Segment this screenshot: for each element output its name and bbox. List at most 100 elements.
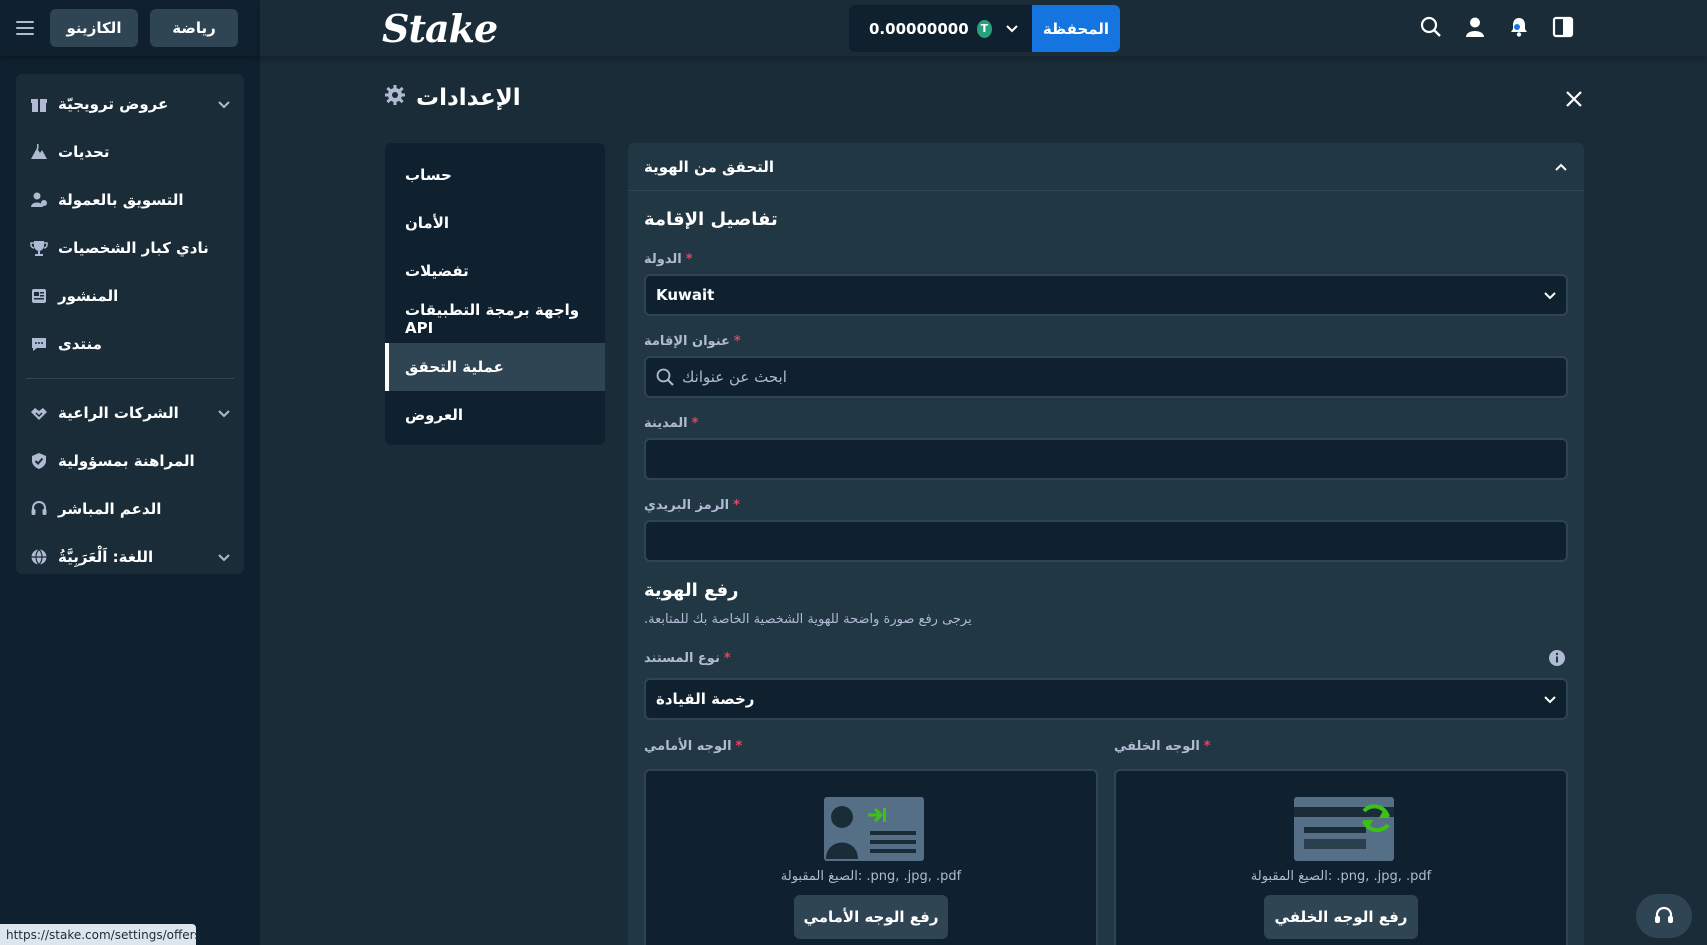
- back-side-label: الوجه الخلفي *: [1114, 739, 1211, 754]
- chevron-down-icon: [1006, 24, 1018, 33]
- newspaper-icon: [30, 287, 48, 305]
- sidebar-item-live-support[interactable]: الدعم المباشر: [16, 485, 244, 533]
- city-label: المدينة *: [644, 416, 699, 431]
- stake-logo[interactable]: Stake: [382, 6, 498, 51]
- globe-icon: [30, 548, 48, 566]
- document-type-select[interactable]: رخصة القيادة: [644, 678, 1568, 720]
- postal-code-input[interactable]: [644, 520, 1568, 562]
- settings-nav: حساب الأمان تفضيلات واجهة برمجة التطبيقا…: [385, 143, 605, 445]
- sidebar-item-responsible-gambling[interactable]: المراهنة بمسؤولية: [16, 437, 244, 485]
- upload-back-button[interactable]: رفع الوجه الخلفي: [1264, 895, 1418, 939]
- sidebar-item-sponsorships[interactable]: الشركات الراعية: [16, 389, 244, 437]
- sidebar-item-label: المراهنة بمسؤولية: [58, 452, 195, 470]
- verification-panel: التحقق من الهوية تفاصيل الإقامة الدولة * …: [628, 143, 1584, 945]
- settings-tab-offers[interactable]: العروض: [385, 391, 605, 439]
- gift-icon: [30, 95, 48, 113]
- verification-panel-header[interactable]: التحقق من الهوية: [628, 143, 1584, 191]
- wallet-button[interactable]: المحفظة: [1032, 5, 1120, 52]
- settings-tab-verification[interactable]: عملية التحقق: [385, 343, 605, 391]
- tether-coin-icon: T: [976, 19, 992, 38]
- sidebar-item-language[interactable]: اللغة: اَلْعَرَبِيَّةُ: [16, 533, 244, 581]
- sidebar-item-label: منتدى: [58, 335, 102, 353]
- sidebar-divider: [26, 378, 234, 379]
- chevron-up-icon[interactable]: [1554, 160, 1568, 174]
- id-card-front-icon: [824, 797, 924, 861]
- sidebar-item-vip-club[interactable]: نادي كبار الشخصيات: [16, 224, 244, 272]
- id-upload-section-title: رفع الهوية: [644, 580, 739, 601]
- sidebar: الكازينو رياضة عروض ترويجيّة تحديات التس…: [0, 0, 260, 945]
- sidebar-item-promotions[interactable]: عروض ترويجيّة: [16, 80, 244, 128]
- sidebar-menu: عروض ترويجيّة تحديات التسويق بالعمولة نا…: [16, 74, 244, 574]
- mountain-icon: [30, 143, 48, 161]
- sidebar-item-label: اللغة: اَلْعَرَبِيَّةُ: [58, 548, 154, 566]
- sidebar-item-forum[interactable]: منتدى: [16, 320, 244, 368]
- search-icon[interactable]: [1420, 16, 1442, 38]
- status-bar-url: https://stake.com/settings/offers: [0, 924, 201, 945]
- id-card-back-icon: [1294, 797, 1394, 861]
- sidebar-item-label: التسويق بالعمولة: [58, 191, 184, 209]
- headset-icon: [1653, 905, 1675, 927]
- chat-icon: [30, 335, 48, 353]
- front-side-label: الوجه الأمامي *: [644, 739, 743, 754]
- upload-front-button[interactable]: رفع الوجه الأمامي: [794, 895, 948, 939]
- id-upload-description: .يرجى رفع صورة واضحة للهوية الشخصية الخا…: [644, 612, 972, 627]
- front-upload-dropzone[interactable]: الصيغ المقبولة: .png, .jpg, .pdf رفع الو…: [644, 769, 1098, 945]
- country-value: Kuwait: [656, 286, 715, 304]
- sidebar-item-label: المنشور: [58, 287, 119, 305]
- handshake-icon: [30, 404, 48, 422]
- settings-tab-api[interactable]: واجهة برمجة التطبيقات API: [385, 295, 605, 343]
- sidebar-top: الكازينو رياضة: [0, 0, 260, 56]
- accepted-formats-text: الصيغ المقبولة: .png, .jpg, .pdf: [1250, 869, 1432, 884]
- country-select[interactable]: Kuwait: [644, 274, 1568, 316]
- chevron-down-icon[interactable]: [218, 95, 230, 113]
- search-icon: [656, 368, 674, 386]
- settings-tab-account[interactable]: حساب: [385, 151, 605, 199]
- sidebar-item-label: الدعم المباشر: [58, 500, 162, 518]
- chevron-down-icon: [1544, 286, 1556, 304]
- live-support-button[interactable]: [1636, 894, 1692, 938]
- gear-icon: [384, 84, 406, 112]
- document-type-value: رخصة القيادة: [656, 690, 755, 708]
- top-header: Stake 0.00000000 T المحفظة: [260, 0, 1707, 56]
- address-search-input[interactable]: ابحث عن عنوانك: [644, 356, 1568, 398]
- country-label: الدولة *: [644, 252, 693, 267]
- affiliate-icon: [30, 191, 48, 209]
- headset-icon: [30, 500, 48, 518]
- residence-section-title: تفاصيل الإقامة: [644, 209, 778, 230]
- sidebar-item-label: تحديات: [58, 143, 110, 161]
- sidebar-item-challenges[interactable]: تحديات: [16, 128, 244, 176]
- shield-icon: [30, 452, 48, 470]
- page-title-wrapper: الإعدادات: [384, 84, 521, 112]
- chevron-down-icon[interactable]: [218, 404, 230, 422]
- header-icons: [1420, 16, 1574, 38]
- back-upload-dropzone[interactable]: الصيغ المقبولة: .png, .jpg, .pdf رفع الو…: [1114, 769, 1568, 945]
- settings-tab-preferences[interactable]: تفضيلات: [385, 247, 605, 295]
- address-label: عنوان الإقامة *: [644, 334, 741, 349]
- accepted-formats-text: الصيغ المقبولة: .png, .jpg, .pdf: [780, 869, 962, 884]
- sidebar-item-label: عروض ترويجيّة: [58, 95, 169, 113]
- balance-selector[interactable]: 0.00000000 T: [849, 5, 1032, 52]
- notifications-icon[interactable]: [1508, 16, 1530, 38]
- wallet-widget: 0.00000000 T المحفظة: [849, 5, 1120, 52]
- casino-tab[interactable]: الكازينو: [50, 9, 138, 47]
- sports-tab[interactable]: رياضة: [150, 9, 238, 47]
- info-icon[interactable]: [1548, 649, 1566, 667]
- address-placeholder: ابحث عن عنوانك: [682, 368, 787, 386]
- sidebar-item-blog[interactable]: المنشور: [16, 272, 244, 320]
- chevron-down-icon[interactable]: [218, 548, 230, 566]
- page-title: الإعدادات: [416, 85, 521, 111]
- sidebar-item-affiliate[interactable]: التسويق بالعمولة: [16, 176, 244, 224]
- sidebar-item-label: نادي كبار الشخصيات: [58, 239, 209, 257]
- city-input[interactable]: [644, 438, 1568, 480]
- user-icon[interactable]: [1464, 16, 1486, 38]
- chat-panel-toggle-icon[interactable]: [1552, 16, 1574, 38]
- trophy-icon: [30, 239, 48, 257]
- document-type-label: نوع المستند *: [644, 651, 731, 666]
- postal-code-label: الرمز البريدي *: [644, 498, 740, 513]
- settings-tab-security[interactable]: الأمان: [385, 199, 605, 247]
- sidebar-item-label: الشركات الراعية: [58, 404, 179, 422]
- hamburger-menu-icon[interactable]: [16, 21, 34, 35]
- chevron-down-icon: [1544, 690, 1556, 708]
- close-icon[interactable]: [1564, 89, 1584, 109]
- balance-amount: 0.00000000: [869, 19, 969, 38]
